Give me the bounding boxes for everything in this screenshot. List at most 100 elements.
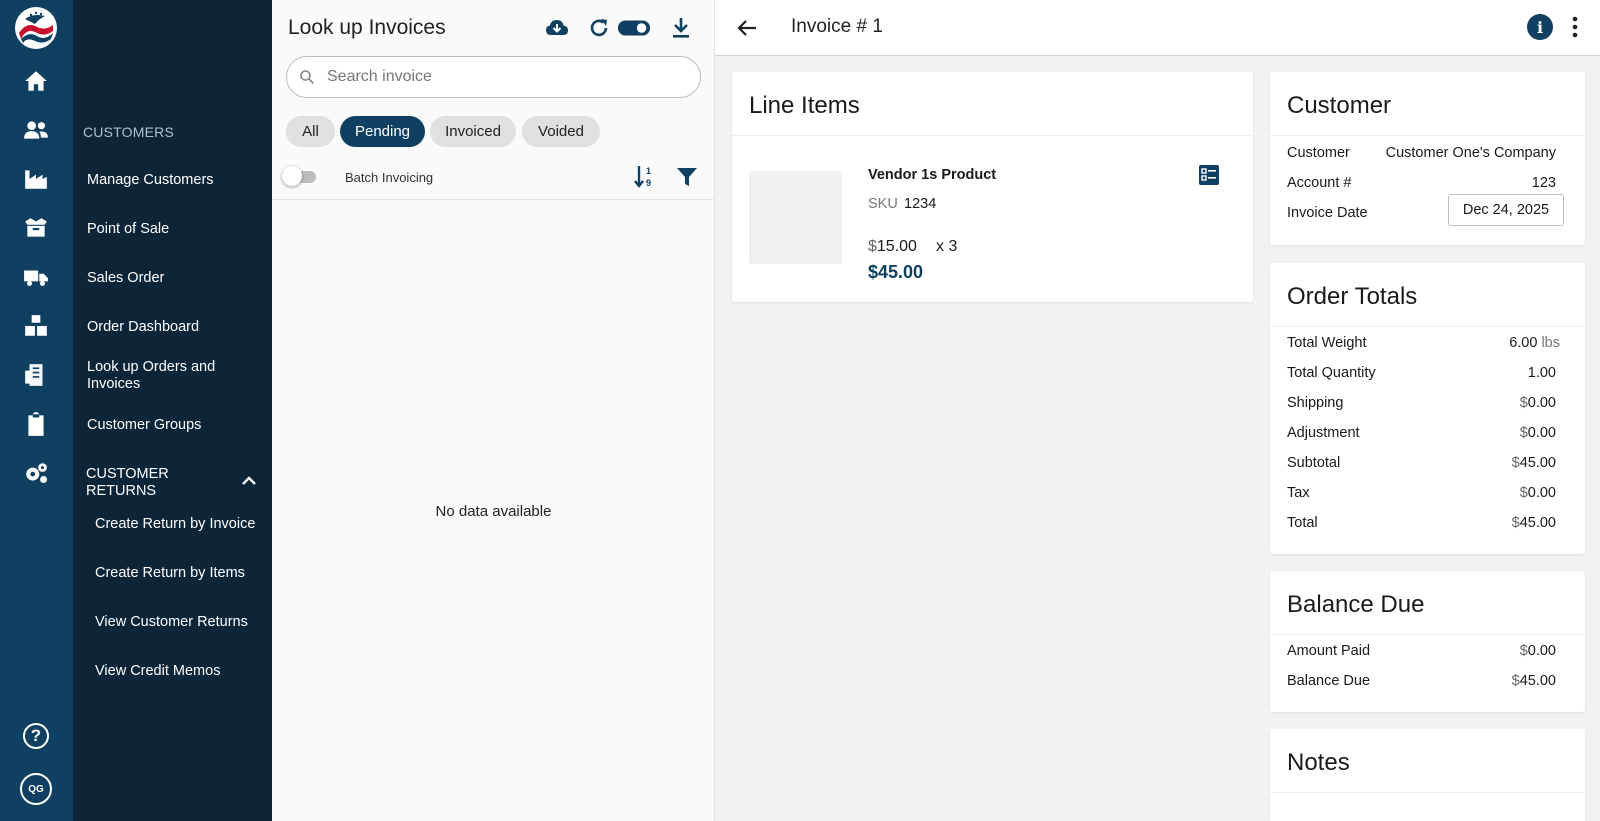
customers-icon[interactable] (22, 116, 50, 144)
more-vert-icon[interactable] (1570, 15, 1580, 39)
info-icon[interactable]: i (1527, 14, 1553, 40)
factory-icon[interactable] (22, 165, 50, 193)
shipping-label: Shipping (1287, 395, 1344, 411)
batch-invoicing-label: Batch Invoicing (345, 170, 434, 185)
line-items-card: Line Items Vendor 1s Product SKU 1234 $1… (732, 72, 1253, 302)
invoice-icon[interactable] (22, 361, 50, 389)
card-divider (1270, 326, 1585, 327)
menu-item-sales-order[interactable]: Sales Order (87, 270, 164, 287)
chevron-up-icon[interactable] (241, 476, 257, 486)
card-divider (1270, 634, 1585, 635)
invoice-date-field[interactable]: Dec 24, 2025 (1448, 194, 1564, 226)
total-value: $45.00 (1511, 515, 1556, 531)
menu-group-customer-returns[interactable]: CUSTOMER RETURNS (86, 466, 196, 500)
menu-item-manage-customers[interactable]: Manage Customers (87, 172, 214, 189)
menu-item-view-customer-returns[interactable]: View Customer Returns (95, 614, 248, 631)
amount-paid-label: Amount Paid (1287, 643, 1371, 659)
sku-label: SKU (868, 196, 898, 212)
adjustment-value: $0.00 (1519, 425, 1556, 441)
filter-chip-voided[interactable]: Voided (522, 116, 600, 147)
truck-icon[interactable] (22, 263, 50, 291)
toggle-icon[interactable] (616, 15, 652, 41)
search-icon (300, 70, 315, 85)
total-label: Total (1287, 515, 1318, 531)
quantity-text: x 3 (936, 238, 958, 255)
filter-chip-pending[interactable]: Pending (340, 116, 425, 147)
order-totals-card: Order Totals Total Weight 6.00 lbs Total… (1270, 263, 1585, 554)
balance-due-label: Balance Due (1287, 673, 1371, 689)
search-input[interactable] (327, 66, 687, 88)
sku-value: 1234 (904, 196, 937, 212)
refresh-icon[interactable] (586, 15, 612, 41)
invoice-title: Invoice # 1 (791, 16, 883, 37)
line-total: $45.00 (868, 262, 924, 282)
filter-chip-invoiced[interactable]: Invoiced (430, 116, 516, 147)
total-weight-value: 6.00 lbs (1509, 335, 1560, 351)
menu-item-order-dashboard[interactable]: Order Dashboard (87, 319, 199, 336)
order-totals-title: Order Totals (1287, 283, 1418, 310)
home-icon[interactable] (22, 67, 50, 95)
section-header-customers: CUSTOMERS (83, 124, 174, 140)
invoice-date-label: Invoice Date (1287, 205, 1368, 221)
menu-item-lookup-orders-invoices[interactable]: Look up Orders and Invoices (87, 359, 227, 393)
notes-card: Notes (1270, 729, 1585, 821)
warehouse-icon[interactable] (22, 312, 50, 340)
customer-title: Customer (1287, 92, 1392, 119)
panel-title: Look up Invoices (288, 16, 446, 39)
customer-card: Customer Customer Customer One's Company… (1270, 72, 1585, 245)
icon-rail: ? QG (0, 0, 73, 821)
card-divider (732, 135, 1253, 136)
account-value: 123 (1531, 175, 1556, 191)
menu-item-point-of-sale[interactable]: Point of Sale (87, 221, 169, 238)
user-avatar[interactable]: QG (20, 773, 52, 805)
card-divider (1270, 135, 1585, 136)
svg-text:1: 1 (646, 166, 651, 176)
adjustment-label: Adjustment (1287, 425, 1360, 441)
amount-paid-value: $0.00 (1519, 643, 1556, 659)
batch-invoicing-toggle[interactable] (282, 166, 318, 186)
filter-chip-all[interactable]: All (286, 116, 335, 147)
subtotal-label: Subtotal (1287, 455, 1341, 471)
filter-icon[interactable] (676, 166, 698, 188)
box-icon[interactable] (22, 214, 50, 242)
shipping-value: $0.00 (1519, 395, 1556, 411)
total-weight-label: Total Weight (1287, 335, 1367, 351)
menu-item-return-by-items[interactable]: Create Return by Items (95, 565, 245, 582)
svg-text:9: 9 (646, 178, 651, 188)
invoice-list-panel: Look up Invoices All Pending Invoiced Vo… (272, 0, 715, 821)
product-name[interactable]: Vendor 1s Product (868, 167, 996, 183)
cloud-download-icon[interactable] (544, 15, 570, 41)
help-icon[interactable]: ? (23, 723, 49, 749)
eagle-flag-logo[interactable] (15, 7, 57, 49)
empty-state-text: No data available (435, 503, 552, 520)
menu-item-customer-groups[interactable]: Customer Groups (87, 417, 201, 434)
details-icon[interactable] (1198, 164, 1220, 186)
customers-submenu: CUSTOMERS Manage Customers Point of Sale… (73, 0, 272, 821)
list-divider (272, 199, 715, 200)
balance-due-card: Balance Due Amount Paid $0.00 Balance Du… (1270, 571, 1585, 712)
unit-price: $15.00 (868, 238, 917, 255)
back-arrow-icon[interactable] (735, 16, 759, 40)
subtotal-value: $45.00 (1511, 455, 1556, 471)
clipboard-icon[interactable] (22, 410, 50, 438)
sort-icon[interactable]: 1 9 (632, 164, 658, 190)
balance-due-value: $45.00 (1511, 673, 1556, 689)
card-divider (1270, 792, 1585, 793)
tax-value: $0.00 (1519, 485, 1556, 501)
menu-item-view-credit-memos[interactable]: View Credit Memos (95, 663, 220, 680)
account-label: Account # (1287, 175, 1352, 191)
customer-value[interactable]: Customer One's Company (1386, 145, 1556, 161)
balance-due-title: Balance Due (1287, 591, 1425, 618)
invoice-detail-header: Invoice # 1 i (715, 0, 1600, 56)
product-thumbnail (749, 171, 842, 264)
tax-label: Tax (1287, 485, 1310, 501)
settings-icon[interactable] (22, 459, 50, 487)
menu-item-return-by-invoice[interactable]: Create Return by Invoice (95, 516, 255, 533)
notes-title: Notes (1287, 749, 1350, 776)
download-icon[interactable] (668, 15, 694, 41)
total-quantity-label: Total Quantity (1287, 365, 1376, 381)
search-field[interactable] (286, 56, 701, 98)
total-quantity-value: 1.00 (1527, 365, 1556, 381)
customer-label: Customer (1287, 145, 1350, 161)
line-items-title: Line Items (749, 92, 860, 119)
